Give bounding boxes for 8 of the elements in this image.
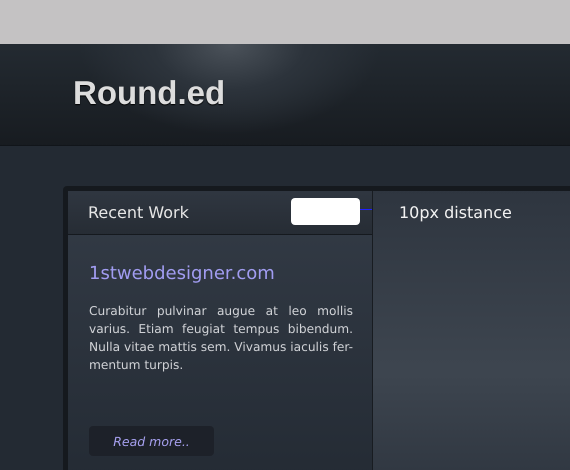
logo[interactable]: Round.ed	[73, 74, 226, 112]
annotation-line	[360, 209, 372, 210]
description-text: Curabitur pulvinar augue at leo mollis varius. Etiam feugiat tempus bibendum. Nulla vitae mattis sem. Vivamus iaculis fer-mentum turpis.	[89, 303, 353, 374]
read-more-button[interactable]: Read more..	[89, 426, 214, 456]
site-link[interactable]: 1stwebdesigner.com	[89, 263, 275, 284]
panel-title: Recent Work	[88, 203, 189, 222]
annotation-label: 10px distance	[399, 203, 512, 222]
blank-label-box	[291, 198, 360, 225]
